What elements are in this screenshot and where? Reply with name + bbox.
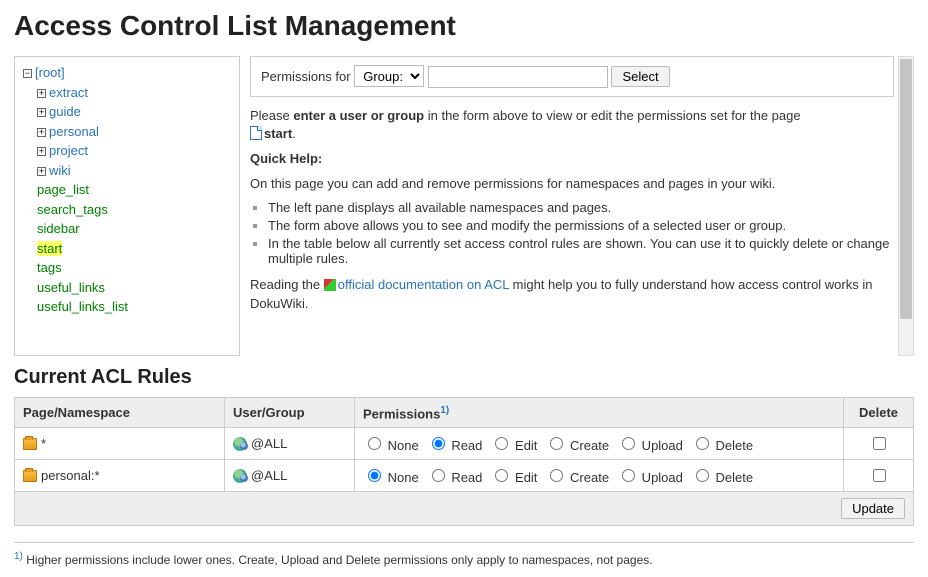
table-row: *@ALL None Read Edit Create Upload Delet…	[15, 428, 914, 460]
collapse-icon[interactable]: −	[23, 69, 32, 78]
perm-radio[interactable]	[696, 437, 709, 450]
expand-icon[interactable]: +	[37, 167, 46, 176]
delete-checkbox[interactable]	[873, 469, 886, 482]
tree-item[interactable]: project	[49, 143, 88, 158]
tree-item[interactable]: extract	[49, 85, 88, 100]
perm-radio[interactable]	[622, 469, 635, 482]
tree-item[interactable]: personal	[49, 124, 99, 139]
perm-option[interactable]: Read	[427, 438, 483, 453]
perm-option[interactable]: Edit	[490, 470, 537, 485]
perm-option[interactable]: Upload	[617, 470, 683, 485]
page-title: Access Control List Management	[14, 10, 914, 42]
perm-radio[interactable]	[495, 437, 508, 450]
help-text: Please enter a user or group in the form…	[250, 107, 894, 314]
perm-radio[interactable]	[432, 469, 445, 482]
perm-option[interactable]: Read	[427, 470, 483, 485]
tree-item[interactable]: wiki	[49, 163, 71, 178]
expand-icon[interactable]: +	[37, 89, 46, 98]
perm-radio[interactable]	[368, 437, 381, 450]
page-icon	[250, 126, 262, 140]
namespace-icon	[23, 438, 37, 450]
perm-radio[interactable]	[432, 437, 445, 450]
scrollbar[interactable]	[898, 56, 914, 356]
perm-option[interactable]: Delete	[691, 438, 753, 453]
perm-option[interactable]: Upload	[617, 438, 683, 453]
permissions-form: Permissions for Group: Select	[250, 56, 894, 97]
group-icon	[233, 437, 247, 451]
tree-root[interactable]: [root]	[35, 65, 65, 80]
perm-radio[interactable]	[696, 469, 709, 482]
divider	[14, 542, 914, 543]
scrollbar-thumb[interactable]	[900, 59, 912, 319]
tree-item[interactable]: guide	[49, 104, 81, 119]
expand-icon[interactable]: +	[37, 147, 46, 156]
scope-select[interactable]: Group:	[354, 65, 424, 87]
select-button[interactable]: Select	[611, 66, 669, 87]
permissions-for-label: Permissions for	[261, 69, 351, 84]
quick-help-heading: Quick Help:	[250, 151, 322, 166]
tree-item[interactable]: tags	[37, 260, 62, 275]
expand-icon[interactable]: +	[37, 108, 46, 117]
col-perms: Permissions1)	[355, 398, 844, 428]
tree-item[interactable]: start	[37, 241, 62, 256]
perm-radio[interactable]	[622, 437, 635, 450]
help-bullet: The left pane displays all available nam…	[268, 200, 894, 215]
tree-item[interactable]: useful_links	[37, 280, 105, 295]
acl-doc-link[interactable]: official documentation on ACL	[338, 277, 509, 292]
perm-option[interactable]: Create	[545, 470, 609, 485]
tree-item[interactable]: page_list	[37, 182, 89, 197]
perm-radio[interactable]	[550, 469, 563, 482]
col-page: Page/Namespace	[15, 398, 225, 428]
acl-rules-table: Page/Namespace User/Group Permissions1) …	[14, 397, 914, 526]
group-icon	[233, 469, 247, 483]
perm-option[interactable]: Delete	[691, 470, 753, 485]
principal-name-input[interactable]	[428, 66, 608, 88]
tree-item[interactable]: sidebar	[37, 221, 80, 236]
perm-radio[interactable]	[368, 469, 381, 482]
update-button[interactable]: Update	[841, 498, 905, 519]
table-row: personal:*@ALL None Read Edit Create Upl…	[15, 460, 914, 492]
perm-option[interactable]: Create	[545, 438, 609, 453]
perm-option[interactable]: None	[363, 470, 419, 485]
perm-option[interactable]: Edit	[490, 438, 537, 453]
col-user: User/Group	[225, 398, 355, 428]
tree-item[interactable]: search_tags	[37, 202, 108, 217]
perm-radio[interactable]	[495, 469, 508, 482]
help-bullet: The form above allows you to see and mod…	[268, 218, 894, 233]
delete-checkbox[interactable]	[873, 437, 886, 450]
permissions-panel: Permissions for Group: Select Please ent…	[250, 56, 898, 356]
tree-item[interactable]: useful_links_list	[37, 299, 128, 314]
expand-icon[interactable]: +	[37, 128, 46, 137]
footnote-link[interactable]: 1)	[440, 405, 449, 416]
col-delete: Delete	[844, 398, 914, 428]
perm-radio[interactable]	[550, 437, 563, 450]
namespace-icon	[23, 470, 37, 482]
perm-option[interactable]: None	[363, 438, 419, 453]
current-rules-heading: Current ACL Rules	[14, 366, 914, 389]
namespace-tree[interactable]: −[root] +extract+guide+personal+project+…	[14, 56, 240, 356]
help-bullet: In the table below all currently set acc…	[268, 236, 894, 266]
edit-icon	[324, 279, 336, 291]
